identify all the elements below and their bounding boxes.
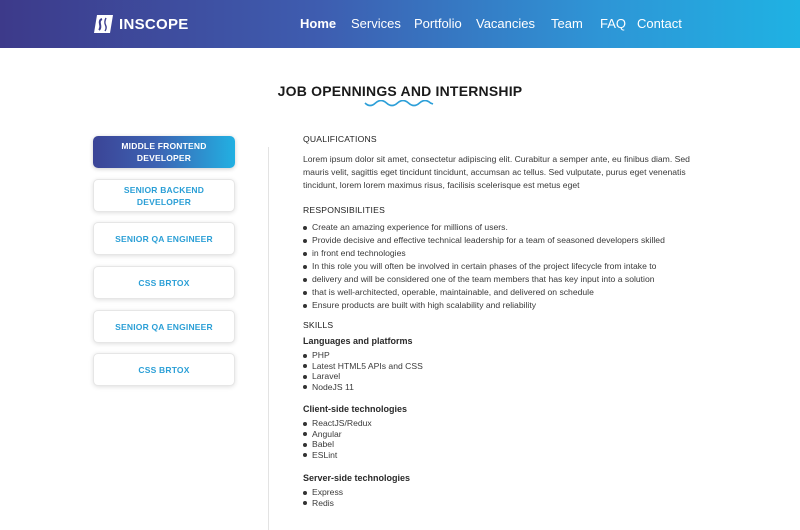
list-item: NodeJS 11 [303, 382, 423, 393]
list-item: Create an amazing experience for million… [303, 221, 665, 234]
nav-contact[interactable]: Contact [637, 16, 682, 32]
skill-list: ReactJS/Redux Angular Babel ESLint [303, 418, 372, 460]
list-item: Latest HTML5 APIs and CSS [303, 361, 423, 372]
job-tab-label: SENIOR QA ENGINEER [115, 321, 213, 332]
job-tab-label: SENIOR BACKEND DEVELOPER [124, 184, 204, 208]
list-item: Redis [303, 498, 343, 509]
skill-group-title: Languages and platforms [303, 336, 413, 346]
list-item: PHP [303, 350, 423, 361]
main-nav: Home Services Portfolio Vacancies Team F… [0, 0, 800, 48]
list-item: Babel [303, 439, 372, 450]
nav-portfolio[interactable]: Portfolio [414, 16, 462, 32]
nav-vacancies[interactable]: Vacancies [476, 16, 535, 32]
list-item: delivery and will be considered one of t… [303, 273, 665, 286]
job-tab-senior-backend-developer[interactable]: SENIOR BACKEND DEVELOPER [93, 179, 235, 212]
list-item: that is well-architected, operable, main… [303, 286, 665, 299]
site-header: INSCOPE Home Services Portfolio Vacancie… [0, 0, 800, 48]
list-item: ESLint [303, 450, 372, 461]
job-tab-css-brtox-2[interactable]: CSS BRTOX [93, 353, 235, 386]
skill-list: PHP Latest HTML5 APIs and CSS Laravel No… [303, 350, 423, 392]
qualifications-text: Lorem ipsum dolor sit amet, consectetur … [303, 154, 690, 190]
page-title: JOB OPENNINGS AND INTERNSHIP [277, 83, 523, 99]
skill-group-title: Server-side technologies [303, 473, 411, 483]
responsibilities-list: Create an amazing experience for million… [303, 221, 665, 312]
skills-heading: SKILLS [303, 320, 334, 330]
list-item: Ensure products are built with high scal… [303, 299, 665, 312]
job-tab-label-line2: DEVELOPER [136, 153, 192, 163]
nav-faq[interactable]: FAQ [600, 16, 626, 32]
list-item: Provide decisive and effective technical… [303, 234, 665, 247]
list-item: Angular [303, 429, 372, 440]
job-tab-label-line2: DEVELOPER [136, 196, 192, 207]
skill-group-title: Client-side technologies [303, 404, 408, 414]
job-tab-label-line1: SENIOR BACKEND [123, 184, 205, 195]
job-tab-css-brtox[interactable]: CSS BRTOX [93, 266, 235, 299]
list-item: in front end technologies [303, 247, 665, 260]
skill-list: Express Redis [303, 487, 343, 508]
qualifications-heading: QUALIFICATIONS [303, 134, 377, 144]
job-tab-label: CSS BRTOX [138, 364, 190, 375]
job-tab-senior-qa-engineer-2[interactable]: SENIOR QA ENGINEER [93, 310, 235, 343]
job-tab-middle-frontend-developer[interactable]: MIDDLE FRONTEND DEVELOPER [93, 136, 235, 168]
nav-team[interactable]: Team [551, 16, 583, 32]
job-tab-label: MIDDLE FRONTEND DEVELOPER [121, 140, 206, 164]
job-tab-label-line1: MIDDLE FRONTEND [121, 141, 207, 151]
nav-services[interactable]: Services [351, 16, 401, 32]
vertical-divider [268, 147, 269, 530]
job-tab-label: CSS BRTOX [138, 277, 190, 288]
wave-divider-icon [364, 100, 434, 107]
nav-home[interactable]: Home [300, 16, 336, 32]
list-item: Laravel [303, 371, 423, 382]
job-tab-label: SENIOR QA ENGINEER [115, 233, 213, 244]
list-item: In this role you will often be involved … [303, 260, 665, 273]
list-item: Express [303, 487, 343, 498]
job-tab-senior-qa-engineer[interactable]: SENIOR QA ENGINEER [93, 222, 235, 255]
list-item: ReactJS/Redux [303, 418, 372, 429]
responsibilities-heading: RESPONSIBILITIES [303, 205, 385, 215]
